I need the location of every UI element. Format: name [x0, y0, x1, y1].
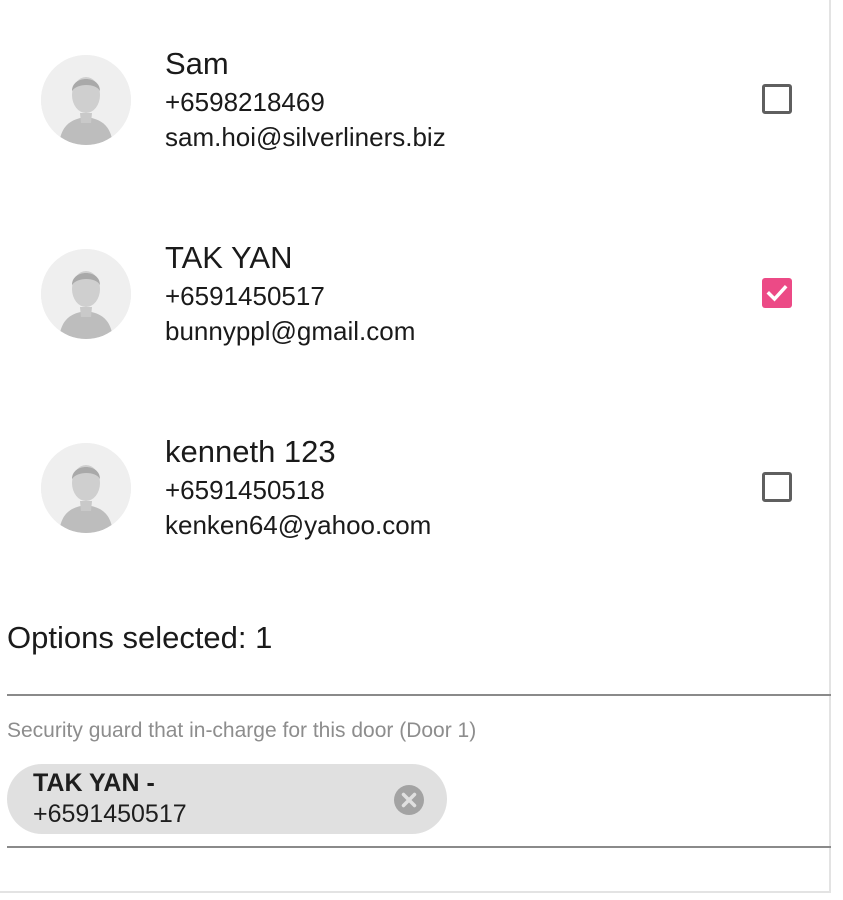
selected-guard-chip[interactable]: TAK YAN - +6591450517 — [7, 764, 447, 834]
contact-email: bunnyppl@gmail.com — [165, 316, 416, 346]
avatar-icon — [41, 443, 131, 533]
contact-phone: +6598218469 — [165, 87, 325, 117]
cancel-circle-icon[interactable] — [393, 784, 425, 816]
contact-name: kenneth 123 — [165, 434, 336, 469]
avatar-icon — [41, 249, 131, 339]
contact-row-sam[interactable]: Sam +6598218469 sam.hoi@silverliners.biz — [0, 30, 831, 180]
contact-phone: +6591450517 — [165, 281, 325, 311]
divider — [7, 694, 831, 696]
contact-row-kenneth[interactable]: kenneth 123 +6591450518 kenken64@yahoo.c… — [0, 418, 831, 568]
select-checkbox-tak-yan[interactable] — [762, 278, 792, 308]
contact-name: TAK YAN — [165, 240, 293, 275]
chip-name: TAK YAN - — [33, 769, 155, 797]
select-checkbox-kenneth[interactable] — [762, 472, 792, 502]
contact-email: kenken64@yahoo.com — [165, 510, 432, 540]
chip-phone: +6591450517 — [33, 800, 187, 828]
checkmark-icon — [766, 285, 788, 302]
select-checkbox-sam[interactable] — [762, 84, 792, 114]
avatar-icon — [41, 55, 131, 145]
contact-row-tak-yan[interactable]: TAK YAN +6591450517 bunnyppl@gmail.com — [0, 224, 831, 374]
contact-name: Sam — [165, 46, 229, 81]
guard-selection-panel: Sam +6598218469 sam.hoi@silverliners.biz… — [0, 0, 831, 893]
divider — [7, 846, 831, 848]
contact-email: sam.hoi@silverliners.biz — [165, 122, 446, 152]
guard-field-label: Security guard that in-charge for this d… — [7, 719, 477, 742]
chip-label: TAK YAN - +6591450517 — [33, 768, 187, 830]
contact-phone: +6591450518 — [165, 475, 325, 505]
options-selected-count: Options selected: 1 — [7, 620, 273, 655]
